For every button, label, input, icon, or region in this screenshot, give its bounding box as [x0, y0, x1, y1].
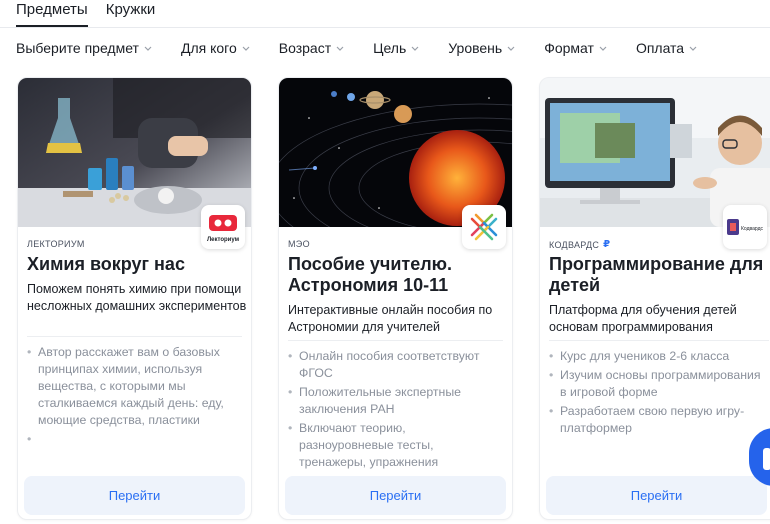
provider-name: КОДВАРДС	[549, 239, 600, 250]
provider-row: КОДВАРДС ₽	[549, 239, 610, 250]
provider-name: МЭО	[288, 239, 310, 249]
tabs-divider	[0, 27, 770, 28]
card-divider	[288, 340, 503, 341]
filter-age-label: Возраст	[278, 40, 332, 56]
kodvards-logo-text: Кодвардс	[741, 226, 763, 232]
filters-bar: Выберите предмет Для кого Возраст Цель У…	[16, 38, 698, 58]
filter-audience[interactable]: Для кого	[181, 40, 251, 56]
feature-item: Разработаем свою первую игру-платформер	[549, 403, 764, 437]
lectorium-logo-text: Лекториум	[207, 237, 240, 243]
provider-name: ЛЕКТОРИУМ	[27, 239, 85, 249]
card-divider	[27, 336, 242, 337]
chevron-down-icon	[506, 43, 516, 53]
lectorium-logo: Лекториум	[201, 205, 245, 249]
page: Предметы Кружки Выберите предмет Для ког…	[0, 0, 770, 524]
card-title: Химия вокруг нас	[27, 254, 185, 274]
filter-level-label: Уровень	[448, 40, 503, 56]
card-description: Платформа для обучения детей основам про…	[549, 303, 737, 334]
feature-list: Автор расскажет вам о базовых принципах …	[27, 344, 242, 448]
course-card-chemistry[interactable]: Лекториум ЛЕКТОРИУМ Химия вокруг нас Пом…	[17, 77, 252, 520]
filter-payment[interactable]: Оплата	[636, 40, 698, 56]
course-card-programming[interactable]: Кодвардс КОДВАРДС ₽ Программирование для…	[539, 77, 770, 520]
go-button[interactable]: Перейти	[285, 476, 506, 515]
course-card-astronomy[interactable]: МЭО Пособие учителю. Астрономия 10-11 Ин…	[278, 77, 513, 520]
card-title: Программирование для детей	[549, 254, 764, 295]
filter-subject[interactable]: Выберите предмет	[16, 40, 153, 56]
feature-list: Курс для учеников 2-6 класса Изучим осно…	[549, 348, 764, 439]
filter-format[interactable]: Формат	[544, 40, 608, 56]
filter-audience-label: Для кого	[180, 40, 237, 56]
chat-widget-icon	[763, 448, 770, 470]
chevron-down-icon	[688, 43, 698, 53]
card-description: Интерактивные онлайн пособия по Астроном…	[288, 303, 493, 334]
filter-level[interactable]: Уровень	[448, 40, 516, 56]
tab-subjects[interactable]: Предметы	[16, 0, 88, 27]
chevron-down-icon	[143, 43, 153, 53]
filter-subject-label: Выберите предмет	[16, 40, 139, 56]
chevron-down-icon	[598, 43, 608, 53]
filter-age[interactable]: Возраст	[279, 40, 345, 56]
card-divider	[549, 340, 769, 341]
filter-format-label: Формат	[544, 40, 594, 56]
meo-logo	[462, 205, 506, 249]
card-description: Поможем понять химию при помощи несложны…	[27, 282, 247, 313]
tab-clubs[interactable]: Кружки	[106, 0, 156, 19]
kodvards-logo: Кодвардс	[723, 205, 767, 249]
feature-item: Включают теорию, разноуровневые тесты, т…	[288, 420, 503, 471]
filter-goal[interactable]: Цель	[373, 40, 420, 56]
filter-payment-label: Оплата	[635, 40, 685, 56]
card-title: Пособие учителю. Астрономия 10-11	[288, 254, 453, 295]
chevron-down-icon	[335, 43, 345, 53]
go-button[interactable]: Перейти	[24, 476, 245, 515]
feature-item: Автор расскажет вам о базовых принципах …	[27, 344, 242, 429]
chevron-down-icon	[410, 43, 420, 53]
chevron-down-icon	[241, 43, 251, 53]
filter-goal-label: Цель	[373, 40, 407, 56]
feature-list: Онлайн пособия соответствуют ФГОС Положи…	[288, 348, 503, 473]
feature-item: Курс для учеников 2-6 класса	[549, 348, 764, 365]
category-tabs: Предметы Кружки	[16, 0, 156, 27]
feature-item: Положительные экспертные заключения РАН	[288, 384, 503, 418]
feature-item: Онлайн пособия соответствуют ФГОС	[288, 348, 503, 382]
go-button[interactable]: Перейти	[546, 476, 767, 515]
ruble-icon: ₽	[603, 239, 611, 250]
feature-item: Изучим основы программирования в игровой…	[549, 367, 764, 401]
